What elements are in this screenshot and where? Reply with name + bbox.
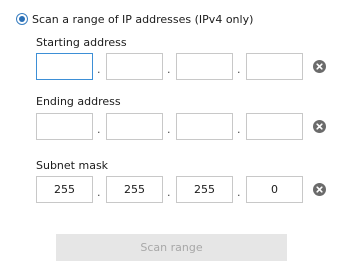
clear-circle-x-icon xyxy=(316,123,323,130)
ending-address-octet-1[interactable] xyxy=(36,113,93,140)
starting-address-octet-3[interactable] xyxy=(176,53,233,80)
octet-separator: . xyxy=(237,63,241,76)
subnet-mask-octet-4[interactable] xyxy=(246,176,303,203)
octet-separator: . xyxy=(237,186,241,199)
clear-subnet-mask-button[interactable] xyxy=(313,183,326,196)
ending-address-octet-4[interactable] xyxy=(246,113,303,140)
scan-range-option[interactable]: Scan a range of IP addresses (IPv4 only) xyxy=(16,11,253,27)
starting-address-row: . . . xyxy=(36,53,326,80)
subnet-mask-label: Subnet mask xyxy=(36,159,109,172)
starting-address-octet-1[interactable] xyxy=(36,53,93,80)
octet-separator: . xyxy=(97,63,101,76)
ending-address-label: Ending address xyxy=(36,95,121,108)
clear-ending-address-button[interactable] xyxy=(313,120,326,133)
ending-address-row: . . . xyxy=(36,113,326,140)
octet-separator: . xyxy=(97,186,101,199)
subnet-mask-octet-2[interactable] xyxy=(106,176,163,203)
clear-circle-x-icon xyxy=(316,186,323,193)
starting-address-octet-4[interactable] xyxy=(246,53,303,80)
clear-starting-address-button[interactable] xyxy=(313,60,326,73)
octet-separator: . xyxy=(167,63,171,76)
radio-dot xyxy=(19,16,25,22)
octet-separator: . xyxy=(167,186,171,199)
scan-range-option-label: Scan a range of IP addresses (IPv4 only) xyxy=(32,12,254,26)
octet-separator: . xyxy=(167,123,171,136)
subnet-mask-octet-3[interactable] xyxy=(176,176,233,203)
ending-address-octet-2[interactable] xyxy=(106,113,163,140)
starting-address-label: Starting address xyxy=(36,36,127,49)
scan-range-button[interactable]: Scan range xyxy=(56,234,287,261)
subnet-mask-octet-1[interactable] xyxy=(36,176,93,203)
subnet-mask-row: . . . xyxy=(36,176,326,203)
ending-address-octet-3[interactable] xyxy=(176,113,233,140)
radio-selected-icon[interactable] xyxy=(16,13,28,25)
clear-circle-x-icon xyxy=(316,63,323,70)
octet-separator: . xyxy=(97,123,101,136)
starting-address-octet-2[interactable] xyxy=(106,53,163,80)
octet-separator: . xyxy=(237,123,241,136)
